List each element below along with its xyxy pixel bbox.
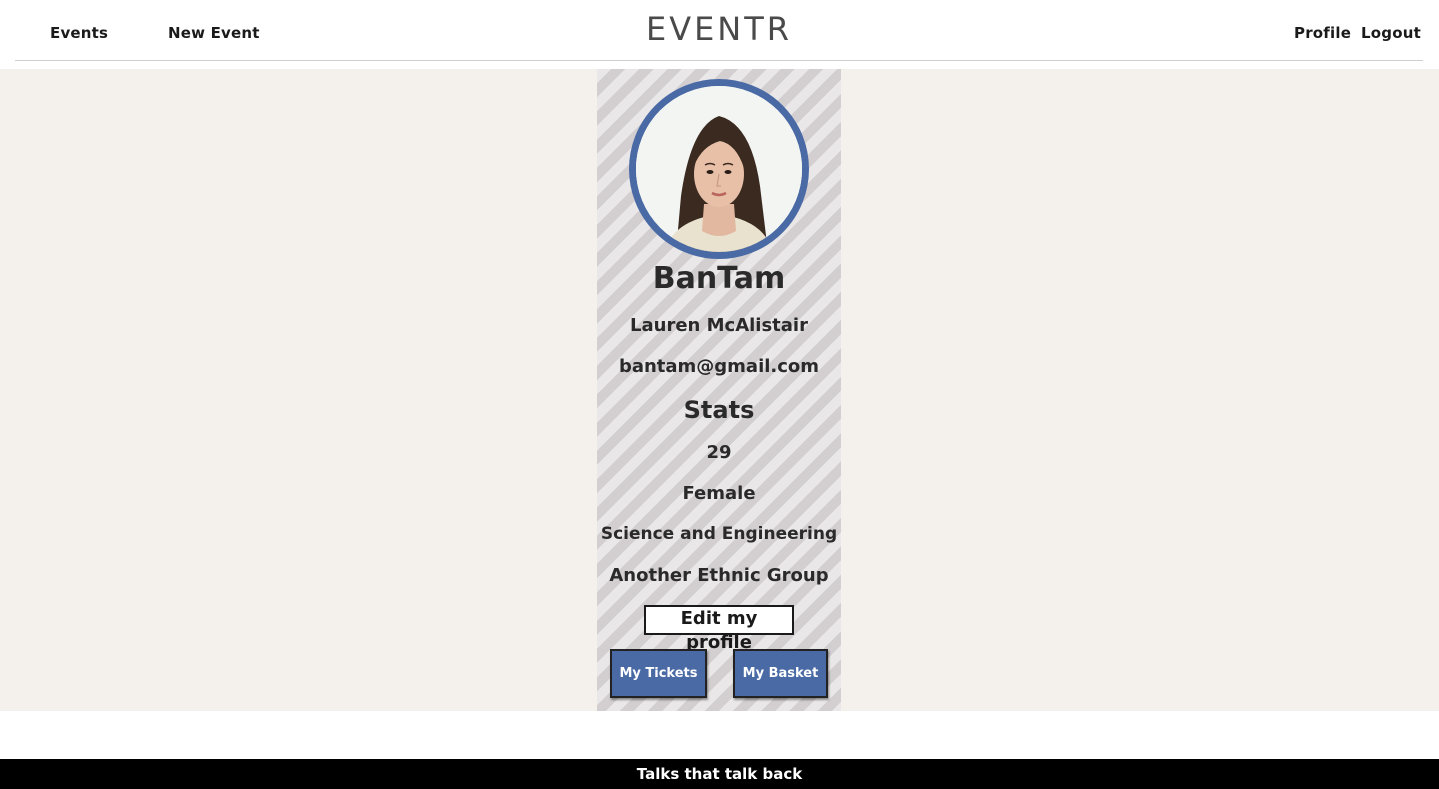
stat-field: Science and Engineering [600, 524, 838, 544]
stat-ethnicity: Another Ethnic Group [609, 565, 829, 586]
stat-age: 29 [706, 442, 732, 463]
avatar-portrait [636, 86, 802, 252]
avatar [629, 79, 809, 259]
profile-full-name: Lauren McAlistair [630, 315, 808, 336]
nav-profile-link[interactable]: Profile [1294, 24, 1351, 42]
footer-tagline: Talks that talk back [636, 765, 803, 783]
profile-username: BanTam [652, 261, 786, 296]
stat-gender: Female [682, 483, 756, 504]
stats-heading: Stats [683, 396, 755, 424]
brand-logo[interactable]: EVENTR [15, 10, 1423, 48]
edit-profile-button[interactable]: Edit my profile [644, 605, 794, 653]
profile-card: BanTam Lauren McAlistair bantam@gmail.co… [597, 69, 841, 711]
top-nav: Events New Event EVENTR Profile Logout [15, 0, 1423, 61]
my-basket-button[interactable]: My Basket [733, 649, 828, 698]
footer: Talks that talk back [0, 759, 1439, 789]
nav-logout-link[interactable]: Logout [1361, 24, 1421, 42]
my-tickets-button[interactable]: My Tickets [610, 649, 707, 698]
profile-email: bantam@gmail.com [618, 356, 820, 377]
